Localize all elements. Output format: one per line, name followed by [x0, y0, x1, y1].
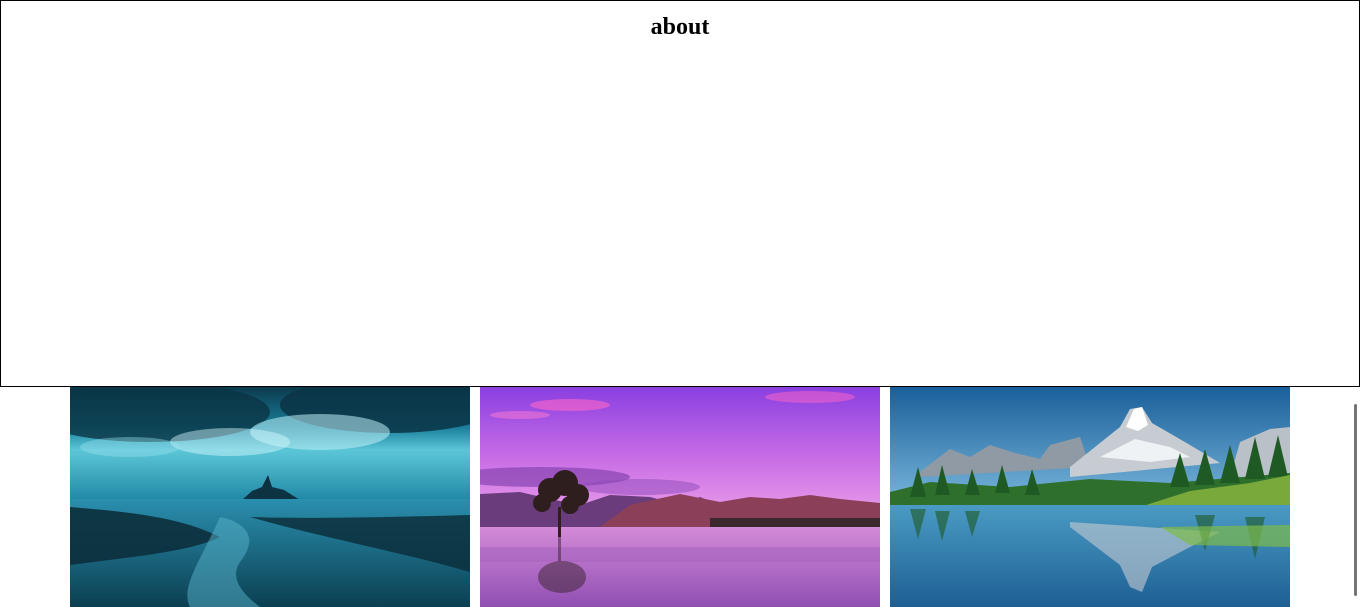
gallery-image-coastal-castle[interactable]	[70, 387, 470, 607]
about-heading: about	[650, 14, 710, 40]
about-section: about	[0, 0, 1360, 387]
alpine-lake-landscape-icon	[890, 387, 1290, 607]
lone-tree-lake-landscape-icon	[480, 387, 880, 607]
coastal-castle-landscape-icon	[70, 387, 470, 607]
gallery-image-lone-tree-lake[interactable]	[480, 387, 880, 607]
vertical-scrollbar[interactable]	[1354, 404, 1357, 596]
image-gallery	[70, 387, 1290, 607]
gallery-image-alpine-lake[interactable]	[890, 387, 1290, 607]
